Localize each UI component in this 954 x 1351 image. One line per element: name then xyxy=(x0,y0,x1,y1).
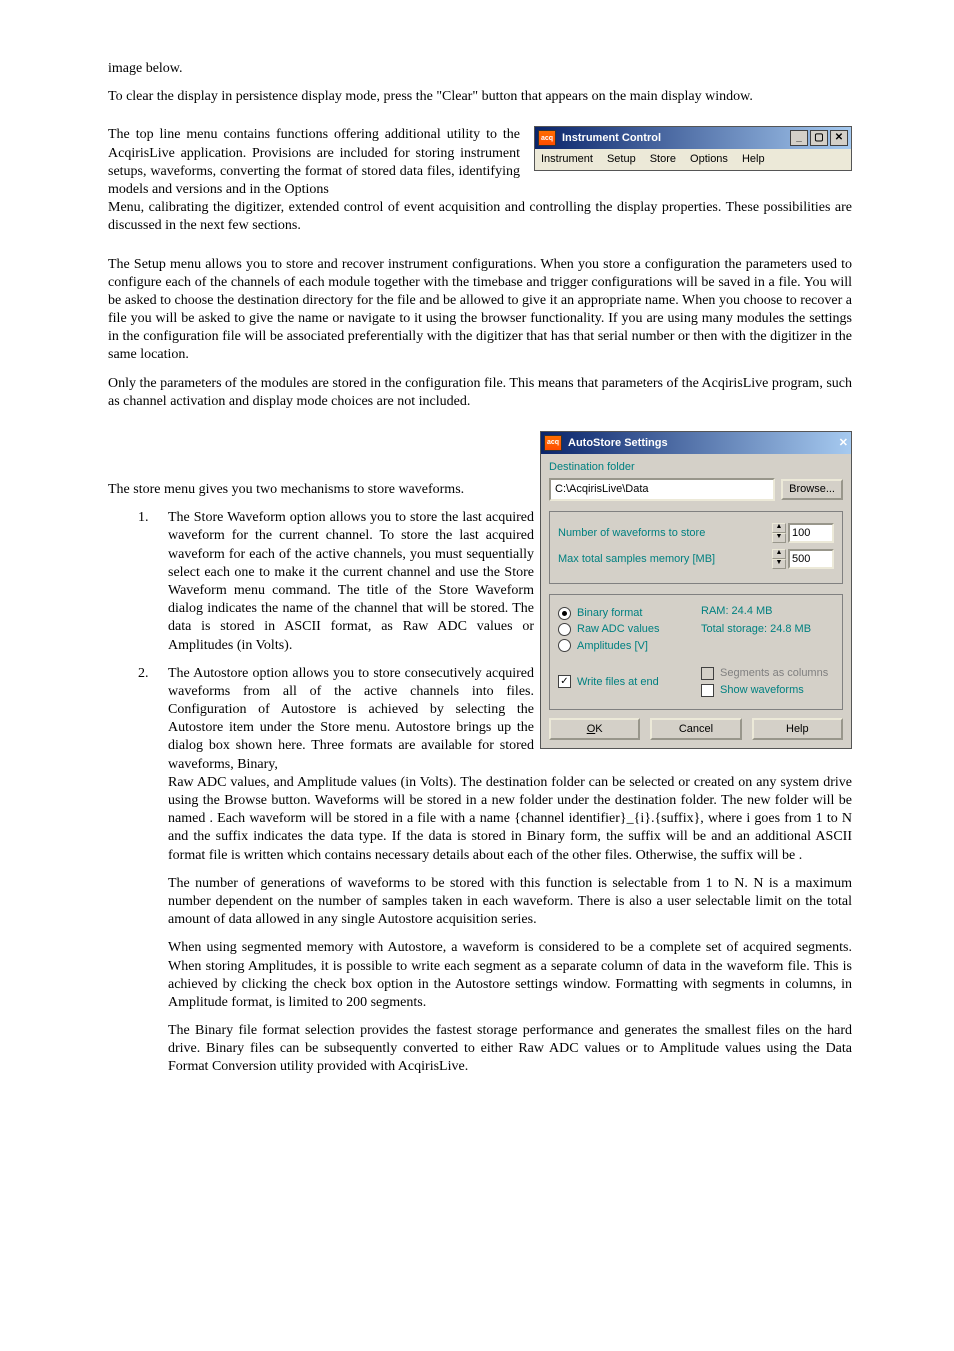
segments-as-columns-checkbox: Segments as columns xyxy=(701,666,834,680)
total-storage: Total storage: 24.8 MB xyxy=(701,622,834,636)
list-number: 2. xyxy=(108,665,168,774)
ok-rest: K xyxy=(595,723,602,735)
max-memory-value[interactable]: 500 xyxy=(788,549,834,569)
close-icon[interactable]: ✕ xyxy=(839,436,848,450)
paragraph: The Binary file format selection provide… xyxy=(168,1022,852,1077)
menu-options[interactable]: Options xyxy=(690,152,728,166)
app-icon: acq xyxy=(538,130,556,146)
ok-button[interactable]: OK xyxy=(549,718,640,740)
max-memory-label: Max total samples memory [MB] xyxy=(558,552,715,566)
minimize-icon[interactable]: _ xyxy=(790,130,808,146)
radio-selected-icon xyxy=(558,607,571,620)
radio-amplitudes[interactable]: Amplitudes [V] xyxy=(558,639,691,653)
radio-amplitudes-label: Amplitudes [V] xyxy=(577,639,648,653)
paragraph: When using segmented memory with Autosto… xyxy=(168,939,852,1012)
max-memory-stepper[interactable]: ▲▼ 500 xyxy=(772,549,834,569)
format-group: Binary format Raw ADC values Amplitudes … xyxy=(549,594,843,709)
menu-instrument[interactable]: Instrument xyxy=(541,152,593,166)
spinner-up-icon[interactable]: ▲ xyxy=(772,549,786,559)
checkbox-checked-icon: ✓ xyxy=(558,675,571,688)
menu-store[interactable]: Store xyxy=(650,152,676,166)
window-titlebar: acq AutoStore Settings ✕ xyxy=(541,432,851,454)
window-titlebar: acq Instrument Control _ ▢ ✕ xyxy=(535,127,851,149)
spinner-up-icon[interactable]: ▲ xyxy=(772,523,786,533)
spinner-down-icon[interactable]: ▼ xyxy=(772,559,786,569)
window-title: AutoStore Settings xyxy=(566,436,839,450)
menubar: Instrument Setup Store Options Help xyxy=(535,149,851,169)
list-item: The Autostore option allows you to store… xyxy=(168,665,534,774)
paragraph: The Setup menu allows you to store and r… xyxy=(108,256,852,365)
num-waveforms-stepper[interactable]: ▲▼ 100 xyxy=(772,523,834,543)
destination-folder-label: Destination folder xyxy=(549,460,843,474)
segments-as-columns-label: Segments as columns xyxy=(720,666,828,680)
ram-usage: RAM: 24.4 MB xyxy=(701,604,834,618)
autostore-settings-dialog: acq AutoStore Settings ✕ Destination fol… xyxy=(540,431,852,749)
num-waveforms-value[interactable]: 100 xyxy=(788,523,834,543)
radio-raw-adc[interactable]: Raw ADC values xyxy=(558,622,691,636)
instrument-control-window: acq Instrument Control _ ▢ ✕ Instrument … xyxy=(534,126,852,170)
paragraph: image below. xyxy=(108,60,852,78)
close-icon[interactable]: ✕ xyxy=(830,130,848,146)
show-waveforms-label: Show waveforms xyxy=(720,683,804,697)
radio-unselected-icon xyxy=(558,623,571,636)
spinner-down-icon[interactable]: ▼ xyxy=(772,533,786,543)
destination-folder-input[interactable]: C:\AcqirisLive\Data xyxy=(549,478,775,500)
window-title: Instrument Control xyxy=(560,131,790,145)
radio-binary[interactable]: Binary format xyxy=(558,606,691,620)
paragraph: The number of generations of waveforms t… xyxy=(168,875,852,930)
write-files-at-end-label: Write files at end xyxy=(577,675,659,689)
list-item: The Store Waveform option allows you to … xyxy=(168,509,534,655)
menu-setup[interactable]: Setup xyxy=(607,152,636,166)
paragraph: Menu, calibrating the digitizer, extende… xyxy=(108,199,852,235)
show-waveforms-checkbox[interactable]: Show waveforms xyxy=(701,683,834,697)
paragraph: Raw ADC values, and Amplitude values (in… xyxy=(168,774,852,865)
checkbox-unchecked-icon xyxy=(701,684,714,697)
app-icon: acq xyxy=(544,435,562,451)
menu-help[interactable]: Help xyxy=(742,152,765,166)
ok-underline: O xyxy=(587,723,596,735)
help-button[interactable]: Help xyxy=(752,718,843,740)
radio-binary-label: Binary format xyxy=(577,606,642,620)
radio-unselected-icon xyxy=(558,639,571,652)
cancel-button[interactable]: Cancel xyxy=(650,718,741,740)
list-number: 1. xyxy=(108,509,168,655)
paragraph: To clear the display in persistence disp… xyxy=(108,88,852,106)
radio-raw-adc-label: Raw ADC values xyxy=(577,622,660,636)
maximize-icon[interactable]: ▢ xyxy=(810,130,828,146)
num-waveforms-label: Number of waveforms to store xyxy=(558,526,705,540)
write-files-at-end-checkbox[interactable]: ✓ Write files at end xyxy=(558,666,691,698)
paragraph: Only the parameters of the modules are s… xyxy=(108,375,852,411)
count-group: Number of waveforms to store ▲▼ 100 Max … xyxy=(549,511,843,585)
checkbox-disabled-icon xyxy=(701,667,714,680)
browse-button[interactable]: Browse... xyxy=(781,479,843,499)
